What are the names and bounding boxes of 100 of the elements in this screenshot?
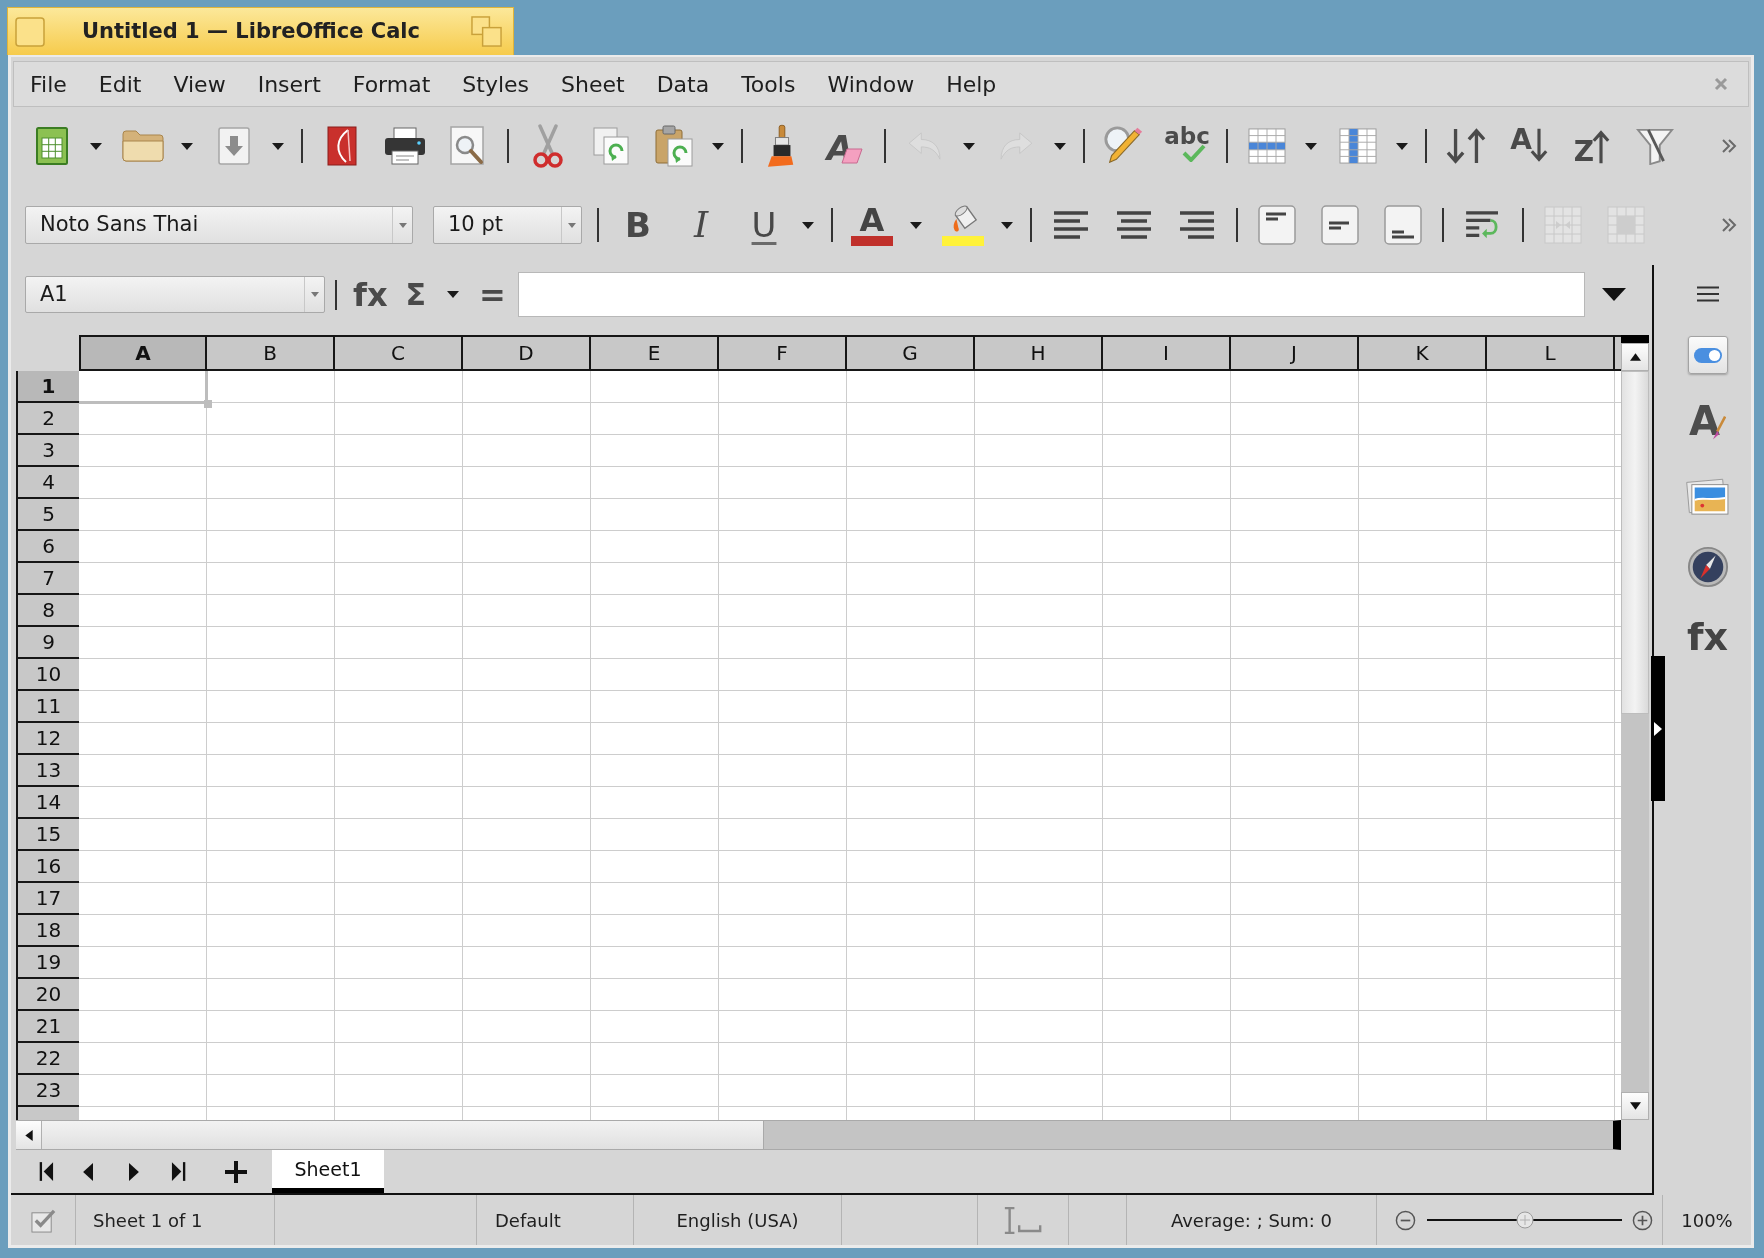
column-header[interactable]: F (719, 335, 847, 371)
align-middle-icon[interactable] (1321, 205, 1359, 245)
row-header[interactable]: 8 (16, 595, 79, 627)
caret-icon[interactable] (1001, 221, 1013, 229)
cell-cursor[interactable] (79, 371, 208, 404)
row-header[interactable]: 12 (16, 723, 79, 755)
column-header[interactable]: K (1359, 335, 1487, 371)
column-header[interactable]: E (591, 335, 719, 371)
caret-icon[interactable] (90, 142, 102, 150)
menu-item[interactable]: Data (640, 62, 726, 106)
printer-icon[interactable] (384, 127, 426, 165)
caret-icon[interactable] (963, 142, 975, 150)
caret-icon[interactable] (272, 142, 284, 150)
sort-icon[interactable] (1445, 127, 1487, 165)
scrollbar-thumb[interactable] (42, 1121, 764, 1149)
column-header[interactable]: A (79, 335, 207, 371)
zoom-out-icon[interactable] (1395, 1209, 1416, 1231)
column-header[interactable]: L (1487, 335, 1615, 371)
scroll-down-button[interactable] (1621, 1092, 1649, 1120)
zoom-in-icon[interactable] (1632, 1209, 1653, 1231)
menu-item[interactable]: Tools (725, 62, 812, 106)
row-header[interactable]: 6 (16, 531, 79, 563)
row-header[interactable]: 13 (16, 755, 79, 787)
row-header[interactable]: 22 (16, 1043, 79, 1075)
wrap-text-icon[interactable] (1465, 210, 1501, 240)
scrollbar-thumb[interactable] (1621, 371, 1649, 714)
bold-button[interactable]: B (614, 201, 662, 249)
triangle-left-icon[interactable] (83, 1162, 94, 1181)
font-name-field[interactable]: Noto Sans Thai (25, 206, 413, 244)
equals-button[interactable]: = (479, 272, 506, 317)
row-header[interactable]: 14 (16, 787, 79, 819)
name-box-field[interactable]: A1 (25, 276, 325, 313)
align-right-icon[interactable] (1179, 210, 1215, 240)
row-header[interactable]: 3 (16, 435, 79, 467)
formula-input[interactable] (517, 272, 1585, 317)
row-header[interactable]: 11 (16, 691, 79, 723)
row-header[interactable]: 18 (16, 915, 79, 947)
column-header[interactable]: C (335, 335, 463, 371)
row-header[interactable]: 7 (16, 563, 79, 595)
function-wizard-button[interactable]: fx (353, 272, 388, 317)
italic-button[interactable]: I (677, 201, 725, 249)
align-left-icon[interactable] (1053, 210, 1089, 240)
font-color-button[interactable]: A (848, 201, 896, 249)
vertical-scrollbar[interactable] (1621, 335, 1649, 1120)
sidebar-tab[interactable]: fx (1682, 615, 1733, 659)
row-header[interactable]: 9 (16, 627, 79, 659)
column-header[interactable]: J (1231, 335, 1359, 371)
caret-icon[interactable] (1396, 142, 1408, 150)
sidebar-tab[interactable] (1683, 477, 1732, 517)
spreadsheet-icon[interactable] (36, 127, 68, 165)
expand-triangle-icon[interactable] (1601, 288, 1626, 301)
sidebar-tab[interactable]: A (1682, 398, 1733, 444)
caret-icon[interactable] (181, 142, 193, 150)
row-header[interactable]: 2 (16, 403, 79, 435)
row-header[interactable]: 4 (16, 467, 79, 499)
sort-descending-button[interactable]: Z (1573, 125, 1611, 167)
menu-item[interactable]: Format (336, 62, 447, 106)
menu-item[interactable]: Edit (82, 62, 158, 106)
row-header[interactable]: 19 (16, 947, 79, 979)
column-header[interactable]: G (847, 335, 975, 371)
clipboard-icon[interactable] (655, 125, 693, 167)
filter-icon[interactable] (1636, 127, 1674, 165)
sum-button[interactable]: Σ (405, 272, 427, 317)
table-column-icon[interactable] (1339, 128, 1377, 164)
row-header[interactable]: 16 (16, 851, 79, 883)
underline-button[interactable]: U (740, 201, 788, 249)
align-top-icon[interactable] (1258, 205, 1296, 245)
scroll-left-button[interactable] (16, 1121, 42, 1149)
sidebar-collapse-handle[interactable] (1651, 656, 1665, 801)
row-header[interactable]: 17 (16, 883, 79, 915)
menu-item[interactable]: Sheet (545, 62, 641, 106)
table-row-icon[interactable] (1248, 128, 1286, 164)
hamburger-menu-icon[interactable] (1696, 286, 1719, 302)
caret-icon[interactable] (910, 221, 922, 229)
caret-icon[interactable] (447, 291, 460, 298)
row-header[interactable]: 10 (16, 659, 79, 691)
plus-icon[interactable] (224, 1159, 248, 1184)
column-header[interactable]: B (207, 335, 335, 371)
row-header[interactable]: 5 (16, 499, 79, 531)
page-magnifier-icon[interactable] (450, 126, 486, 166)
row-header[interactable]: 21 (16, 1011, 79, 1043)
row-header[interactable]: 20 (16, 979, 79, 1011)
fill-handle[interactable] (204, 400, 212, 408)
chevrons-right-icon[interactable] (1721, 139, 1737, 153)
menu-item[interactable]: View (157, 62, 242, 106)
row-header[interactable]: 1 (16, 371, 79, 403)
zoom-slider[interactable] (1427, 1210, 1622, 1230)
menu-item[interactable]: Insert (241, 62, 337, 106)
align-center-icon[interactable] (1116, 210, 1152, 240)
sort-ascending-button[interactable]: A (1510, 125, 1548, 167)
row-header[interactable]: 23 (16, 1075, 79, 1107)
spelling-button[interactable]: abc (1164, 124, 1210, 168)
sidebar-tab[interactable] (1687, 336, 1728, 374)
column-header[interactable]: H (975, 335, 1103, 371)
column-header[interactable]: D (463, 335, 591, 371)
sheet-tab[interactable]: Sheet1 (272, 1150, 384, 1193)
chevrons-right-icon[interactable] (1721, 218, 1737, 232)
caret-icon[interactable] (1305, 142, 1317, 150)
zoom-percentage-text[interactable]: 100% (1681, 1206, 1733, 1234)
triangle-right-icon[interactable] (128, 1162, 139, 1181)
